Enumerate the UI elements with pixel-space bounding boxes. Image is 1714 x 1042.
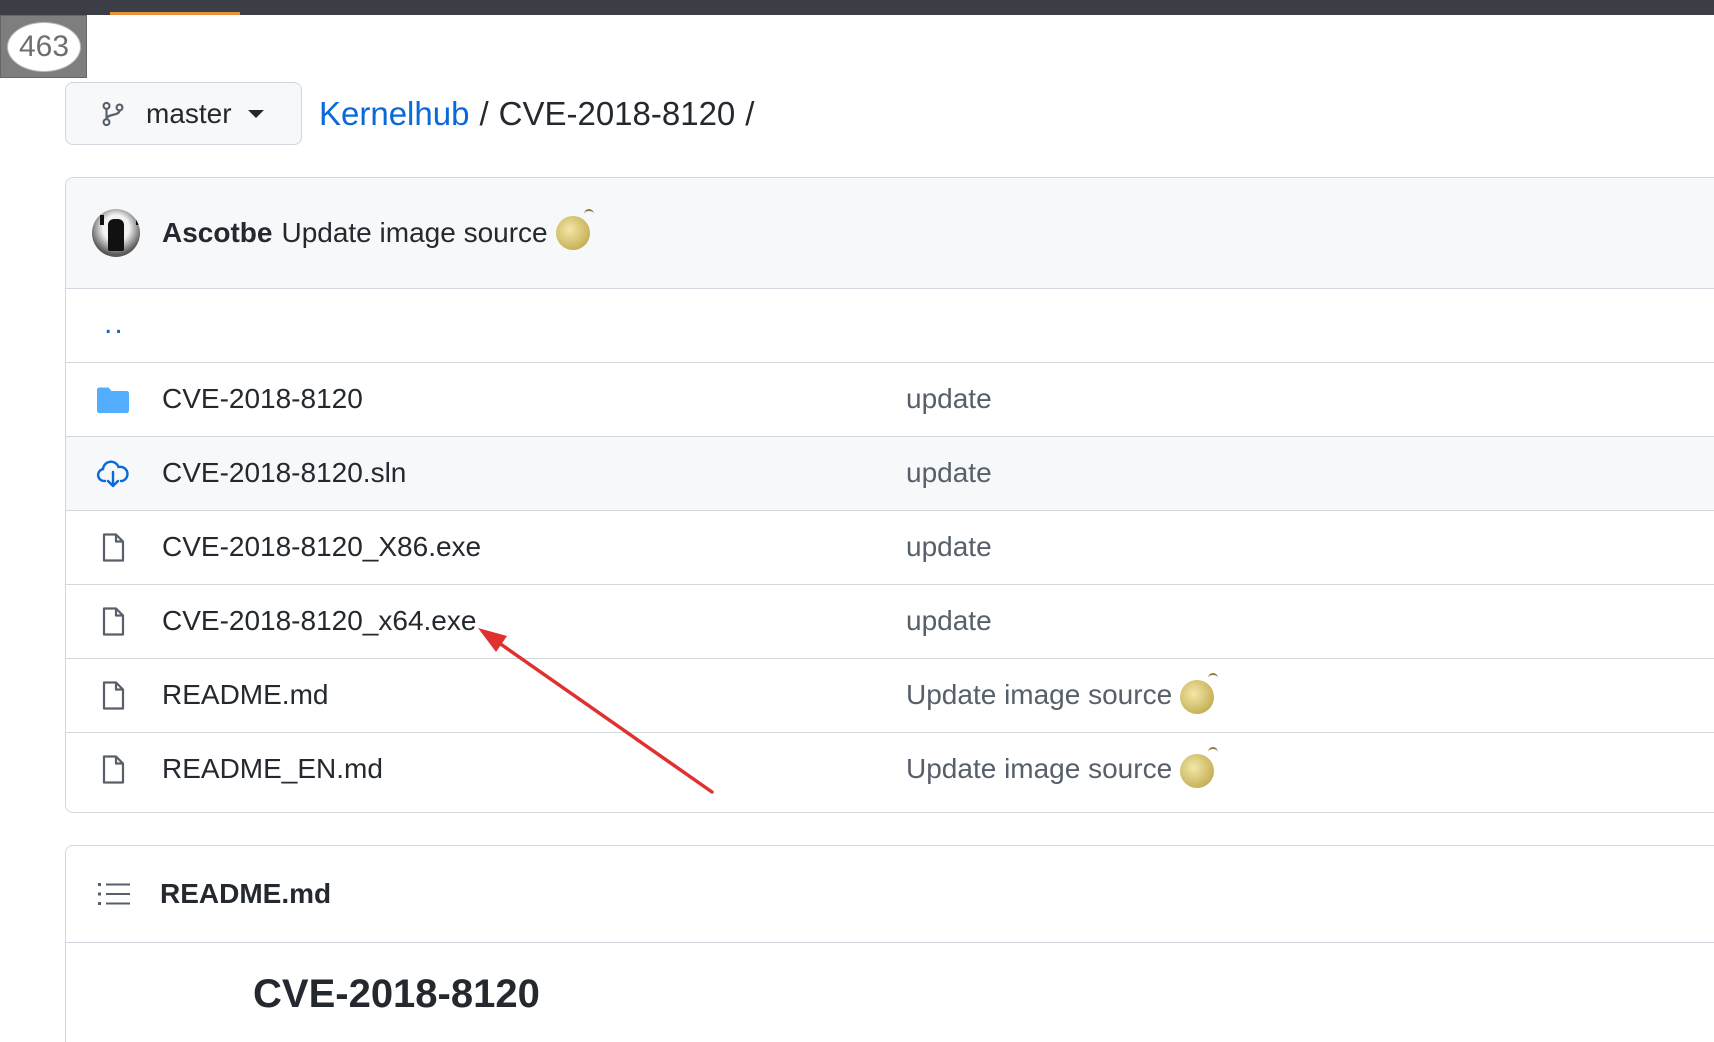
readme-header: README.md [66,846,1714,943]
melon-emoji-icon [1180,746,1219,788]
readme-panel: README.md CVE-2018-8120 [65,845,1714,1042]
file-commit-message[interactable]: Update image source [906,746,1219,788]
file-commit-message[interactable]: update [906,605,992,637]
breadcrumb-repo-link[interactable]: Kernelhub [319,95,469,133]
file-name[interactable]: CVE-2018-8120_x64.exe [162,605,476,637]
breadcrumb-current: CVE-2018-8120 [498,95,736,132]
cloud-download-icon [96,460,129,488]
parent-directory-row[interactable]: .. [66,289,1714,363]
latest-commit-bar: Ascotbe Update image source [66,178,1714,289]
file-row[interactable]: README.md Update image source [66,659,1714,733]
breadcrumb-trailing-separator: / [745,95,755,132]
counter-badge: 463 [0,15,87,78]
active-bookmark-indicator [110,12,240,15]
list-icon[interactable] [98,881,130,907]
file-row[interactable]: README_EN.md Update image source [66,733,1714,809]
breadcrumb-separator: / [479,95,489,132]
file-row[interactable]: CVE-2018-8120_X86.exe update [66,511,1714,585]
file-icon [102,607,125,636]
commit-message[interactable]: Update image source [281,217,547,249]
readme-heading: CVE-2018-8120 [253,972,540,1016]
file-name[interactable]: CVE-2018-8120 [162,383,363,415]
file-commit-message[interactable]: update [906,457,992,489]
avatar[interactable] [92,209,140,257]
branch-select-button[interactable]: master [65,82,302,145]
file-row[interactable]: CVE-2018-8120.sln update [66,437,1714,511]
file-name[interactable]: README_EN.md [162,753,383,785]
file-commit-text[interactable]: Update image source [906,679,1172,710]
file-row[interactable]: CVE-2018-8120 update [66,363,1714,437]
file-commit-message[interactable]: Update image source [906,672,1219,714]
folder-icon [97,387,129,413]
file-name[interactable]: README.md [162,679,328,711]
file-name[interactable]: CVE-2018-8120.sln [162,457,406,489]
parent-directory-link[interactable]: .. [104,307,125,341]
branch-name: master [146,97,232,129]
file-icon [102,755,125,784]
counter-value: 463 [7,22,81,72]
chevron-down-icon [247,109,264,118]
file-list: Ascotbe Update image source .. CVE-2018-… [65,177,1714,813]
breadcrumb: Kernelhub / CVE-2018-8120 / [319,92,764,136]
file-icon [102,533,125,562]
file-commit-message[interactable]: update [906,383,992,415]
file-name[interactable]: CVE-2018-8120_X86.exe [162,531,481,563]
browser-bookmarks-bar [0,0,1714,15]
file-icon [102,681,125,710]
file-commit-text[interactable]: Update image source [906,753,1172,784]
file-row[interactable]: CVE-2018-8120_x64.exe update [66,585,1714,659]
commit-author[interactable]: Ascotbe [162,217,272,249]
melon-emoji-icon [1180,672,1219,714]
melon-emoji-icon [555,209,594,250]
file-commit-message[interactable]: update [906,531,992,563]
git-branch-icon [102,101,124,126]
readme-title[interactable]: README.md [160,878,331,910]
